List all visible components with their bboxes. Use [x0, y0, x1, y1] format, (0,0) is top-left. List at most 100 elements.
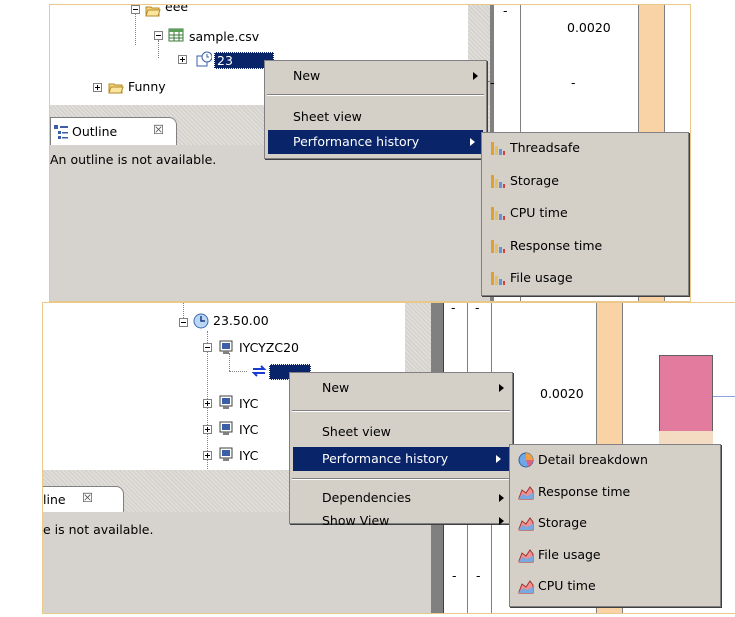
region-icon	[219, 395, 233, 409]
menu-item-new[interactable]: New	[290, 376, 512, 400]
submenu-arrow-icon	[499, 384, 504, 392]
submenu-item[interactable]: Storage	[510, 511, 720, 535]
menu-item-dependencies[interactable]: Dependencies	[290, 486, 512, 510]
region-icon	[219, 447, 233, 461]
tree-item-funny[interactable]: Funny	[128, 79, 166, 94]
submenu-item[interactable]: Response time	[482, 234, 688, 258]
bar-chart-icon	[491, 239, 505, 253]
top-grid-dash-3: -	[571, 75, 576, 90]
bottom-outline-close-icon[interactable]: ☒	[82, 490, 93, 505]
submenu-arrow-icon	[473, 72, 478, 80]
tree-item-sample-csv[interactable]: sample.csv	[189, 29, 259, 44]
table-file-icon	[168, 28, 184, 42]
menu-item-performance-history-label: Performance history	[293, 134, 420, 149]
submenu-item[interactable]: Threadsafe	[482, 136, 688, 160]
bottom-grid-dash-4: -	[476, 568, 481, 583]
bottom-grid-dash-1: -	[451, 303, 456, 315]
submenu-item-label: Response time	[538, 483, 631, 499]
submenu-item-label: Storage	[538, 515, 587, 530]
top-performance-submenu: Threadsafe Storage CPU time Response time Fi…	[481, 132, 689, 296]
connection-icon	[251, 365, 267, 377]
bar-chart-icon	[491, 272, 505, 285]
region-icon	[219, 340, 233, 354]
top-outline-close-icon[interactable]: ☒	[153, 122, 164, 137]
menu-item-new-label: New	[293, 68, 321, 83]
submenu-item[interactable]: Storage	[482, 169, 688, 193]
collapse-csv-expander[interactable]	[154, 31, 163, 40]
bottom-outline-tab-label: line	[43, 492, 66, 507]
expand-funny-expander[interactable]	[93, 83, 102, 92]
submenu-item-label: Response time	[510, 237, 603, 253]
top-outline-message: An outline is not available.	[50, 152, 217, 167]
submenu-item-label: Detail breakdown	[538, 452, 648, 467]
top-context-menu: New Sheet view Performance history	[264, 60, 487, 159]
expand-node-expander[interactable]	[178, 55, 187, 64]
submenu-arrow-icon	[499, 494, 504, 502]
menu-item-performance-history[interactable]: Performance history	[268, 130, 483, 154]
menu-item-sheet-view[interactable]: Sheet view	[290, 420, 512, 444]
submenu-item[interactable]: File usage	[482, 266, 688, 290]
tree-item-time[interactable]: 23.50.00	[213, 313, 269, 328]
bottom-grid-value: 0.0020	[540, 386, 584, 401]
menu-item-dependencies-label: Dependencies	[322, 490, 411, 505]
collapse-time-expander[interactable]	[179, 318, 188, 327]
submenu-item[interactable]: CPU time	[482, 201, 688, 225]
bar-chart-icon	[491, 207, 505, 220]
area-chart-icon	[518, 548, 534, 562]
region-icon	[219, 421, 233, 435]
menu-item-sheet-view-label: Sheet view	[293, 109, 362, 124]
bottom-outline-message: e is not available.	[43, 522, 154, 537]
submenu-item[interactable]: File usage	[510, 543, 720, 567]
submenu-item-label: File usage	[510, 270, 573, 285]
menu-separator	[267, 94, 484, 96]
submenu-item[interactable]: CPU time	[510, 574, 720, 598]
area-chart-icon	[518, 517, 534, 531]
top-outline-tab-label: Outline	[72, 124, 118, 139]
top-grid-value: 0.0020	[567, 20, 611, 35]
submenu-item-label: Threadsafe	[510, 140, 580, 155]
menu-item-new[interactable]: New	[265, 64, 486, 88]
menu-item-performance-history-label: Performance history	[322, 451, 449, 466]
submenu-arrow-icon	[499, 517, 504, 525]
menu-item-show-view-label: Show View	[322, 513, 390, 528]
area-chart-icon	[518, 485, 534, 499]
bottom-context-menu: New Sheet view Performance history Depen…	[289, 372, 513, 528]
collapse-eee-expander[interactable]	[131, 5, 140, 14]
collapse-region-expander[interactable]	[203, 343, 212, 352]
tree-item-sub2[interactable]: IYC	[239, 422, 258, 437]
bar-chart-icon	[491, 142, 505, 155]
outline-icon	[54, 125, 68, 139]
submenu-arrow-icon	[470, 138, 475, 146]
expand-sub2-expander[interactable]	[203, 425, 212, 434]
folder-icon	[108, 83, 124, 94]
submenu-item-label: CPU time	[510, 205, 568, 220]
menu-item-sheet-view[interactable]: Sheet view	[265, 105, 486, 129]
top-grid-dash-2: -	[490, 75, 495, 90]
tree-item-region[interactable]: IYCYZC20	[239, 340, 299, 355]
menu-item-sheet-view-label: Sheet view	[322, 424, 391, 439]
submenu-item-label: File usage	[538, 546, 601, 562]
pie-chart-icon	[518, 452, 534, 468]
expand-sub3-expander[interactable]	[203, 451, 212, 460]
expand-sub1-expander[interactable]	[203, 399, 212, 408]
menu-item-new-label: New	[322, 380, 350, 395]
open-folder-icon	[145, 6, 161, 17]
tree-item-sub3[interactable]: IYC	[239, 448, 258, 463]
menu-item-performance-history[interactable]: Performance history	[293, 447, 509, 471]
submenu-item-label: Storage	[510, 172, 559, 188]
submenu-item[interactable]: Response time	[510, 480, 720, 504]
tree-item-sub1[interactable]: IYC	[239, 396, 258, 411]
clock-icon	[193, 313, 209, 329]
submenu-arrow-icon	[496, 455, 501, 463]
bottom-grid-dash-2: -	[475, 303, 480, 315]
top-grid-dash-1: -	[503, 5, 508, 18]
bottom-performance-submenu: Detail breakdown Response time Storage File…	[509, 444, 721, 607]
menu-item-show-view[interactable]: Show View	[290, 509, 512, 533]
top-outline-body	[50, 145, 490, 301]
menu-separator	[292, 478, 510, 480]
menu-separator	[292, 410, 510, 412]
submenu-item[interactable]: Detail breakdown	[510, 448, 720, 472]
area-chart-icon	[518, 580, 534, 594]
tree-item-eee[interactable]: eee	[165, 5, 188, 14]
submenu-item-label: CPU time	[538, 578, 596, 593]
